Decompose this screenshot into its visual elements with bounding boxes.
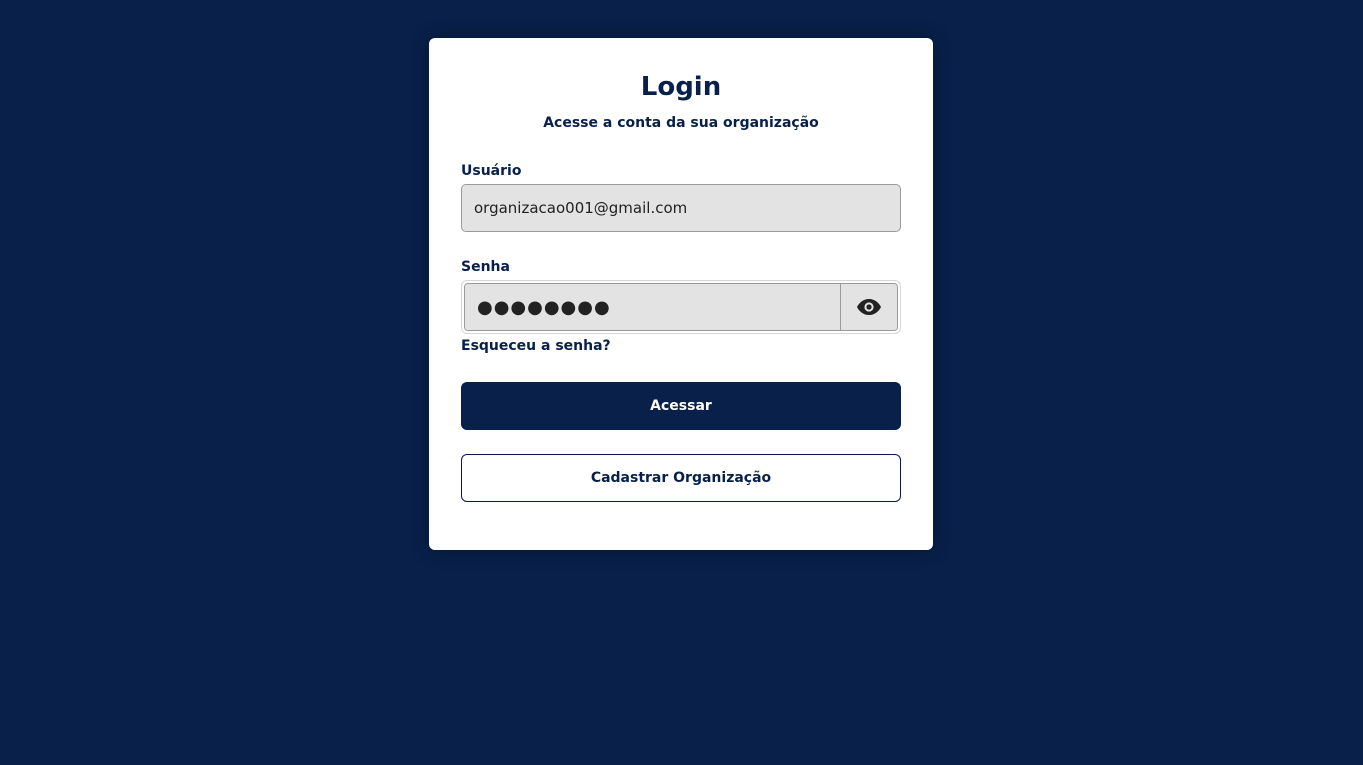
password-group: ●●●●●●●● <box>461 280 901 334</box>
password-label: Senha <box>461 259 510 275</box>
login-card: Login Acesse a conta da sua organização … <box>429 38 933 550</box>
submit-button[interactable]: Acessar <box>461 382 901 430</box>
page-title: Login <box>640 72 722 102</box>
password-input[interactable]: ●●●●●●●● <box>465 284 840 330</box>
user-input[interactable]: organizacao001@gmail.com <box>461 184 901 232</box>
password-field-wrapper: ●●●●●●●● <box>464 283 898 331</box>
eye-icon <box>857 299 881 315</box>
register-organization-button[interactable]: Cadastrar Organização <box>461 454 901 502</box>
show-password-button[interactable] <box>840 284 897 330</box>
user-label: Usuário <box>461 163 522 179</box>
forgot-password-link[interactable]: Esqueceu a senha? <box>461 338 611 354</box>
page-subtitle: Acesse a conta da sua organização <box>543 115 819 131</box>
